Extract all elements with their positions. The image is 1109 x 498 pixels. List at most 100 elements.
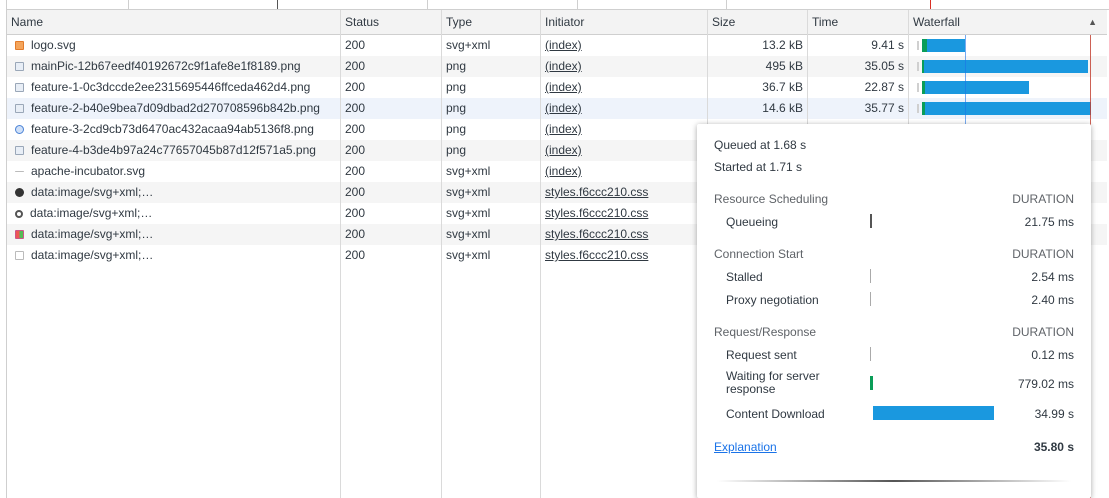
cell-initiator[interactable]: (index) <box>541 161 705 182</box>
cell-type: png <box>446 143 467 157</box>
initiator-link[interactable]: styles.f6ccc210.css <box>545 206 648 220</box>
search-icon <box>15 210 23 218</box>
cell-status: 200 <box>345 248 366 262</box>
queued-at-text: Queued at 1.68 s <box>714 138 807 152</box>
column-header-initiator[interactable]: Initiator <box>541 10 705 34</box>
table-row[interactable]: mainPic-12b67eedf40192672c9f1afe8e1f8189… <box>7 56 1107 77</box>
cell-size: 36.7 kB <box>762 80 803 94</box>
cell-name[interactable]: data:image/svg+xml;… <box>7 224 337 245</box>
waterfall-bar[interactable] <box>917 98 1097 119</box>
timing-label-proxy-negotiation: Proxy negotiation <box>726 293 819 307</box>
svg-file-icon <box>15 171 24 172</box>
initiator-link[interactable]: (index) <box>545 143 582 157</box>
cell-type: svg+xml <box>446 206 491 220</box>
initiator-link[interactable]: styles.f6ccc210.css <box>545 185 648 199</box>
cell-name[interactable]: logo.svg <box>7 35 337 56</box>
cell-name[interactable]: feature-2-b40e9bea7d09dbad2d270708596b84… <box>7 98 337 119</box>
timing-bar-queueing <box>870 214 872 228</box>
timing-value-content-download: 34.99 s <box>1034 407 1074 421</box>
initiator-link[interactable]: (index) <box>545 101 582 115</box>
cell-name[interactable]: data:image/svg+xml;… <box>7 182 337 203</box>
timing-label-request-sent: Request sent <box>726 348 797 362</box>
overview-timeline-strip[interactable] <box>0 0 1109 10</box>
waterfall-download-segment <box>925 102 1091 115</box>
cell-status: 200 <box>345 164 366 178</box>
timing-value-queueing: 21.75 ms <box>1024 215 1074 229</box>
initiator-link[interactable]: (index) <box>545 80 582 94</box>
cell-type: png <box>446 101 467 115</box>
cell-initiator[interactable]: (index) <box>541 140 705 161</box>
table-row[interactable]: feature-1-0c3dccde2ee2315695446ffceda462… <box>7 77 1107 98</box>
initiator-link[interactable]: (index) <box>545 59 582 73</box>
cell-status: 200 <box>345 227 366 241</box>
request-name: mainPic-12b67eedf40192672c9f1afe8e1f8189… <box>31 59 301 73</box>
initiator-link[interactable]: (index) <box>545 38 582 52</box>
cell-initiator[interactable]: styles.f6ccc210.css <box>541 245 705 266</box>
request-name: feature-4-b3de4b97a24c77657045b87d12f571… <box>31 143 316 157</box>
cell-name[interactable]: feature-1-0c3dccde2ee2315695446ffceda462… <box>7 77 337 98</box>
timing-bar-waiting <box>870 376 873 390</box>
timing-value-request-sent: 0.12 ms <box>1031 348 1074 362</box>
column-header-waterfall[interactable]: Waterfall <box>909 10 1093 34</box>
cell-initiator[interactable]: (index) <box>541 77 705 98</box>
cell-name[interactable]: mainPic-12b67eedf40192672c9f1afe8e1f8189… <box>7 56 337 77</box>
waterfall-queue-segment <box>917 41 919 50</box>
initiator-link[interactable]: (index) <box>545 122 582 136</box>
waterfall-bar[interactable] <box>917 35 1097 56</box>
cell-type: svg+xml <box>446 248 491 262</box>
column-header-status[interactable]: Status <box>341 10 441 34</box>
cell-name[interactable]: feature-3-2cd9cb73d6470ac432acaa94ab5136… <box>7 119 337 140</box>
waterfall-queue-segment <box>917 62 919 71</box>
image-file-icon <box>15 83 24 92</box>
cell-initiator[interactable]: (index) <box>541 56 705 77</box>
section-title-request-response: Request/Response <box>714 325 817 339</box>
cell-initiator[interactable]: styles.f6ccc210.css <box>541 224 705 245</box>
waterfall-bar[interactable] <box>917 77 1097 98</box>
cell-name[interactable]: data:image/svg+xml;… <box>7 245 337 266</box>
cell-name[interactable]: data:image/svg+xml;… <box>7 203 337 224</box>
cell-initiator[interactable]: styles.f6ccc210.css <box>541 203 705 224</box>
column-header-name[interactable]: Name <box>7 10 341 34</box>
table-row[interactable]: feature-2-b40e9bea7d09dbad2d270708596b84… <box>7 98 1107 119</box>
cell-status: 200 <box>345 38 366 52</box>
cell-size: 13.2 kB <box>762 38 803 52</box>
timing-value-stalled: 2.54 ms <box>1031 270 1074 284</box>
cell-status: 200 <box>345 206 366 220</box>
overview-load-marker <box>930 0 931 9</box>
column-divider[interactable] <box>441 10 442 498</box>
timing-bar-stalled <box>870 269 871 283</box>
cell-initiator[interactable]: styles.f6ccc210.css <box>541 182 705 203</box>
cell-initiator[interactable]: (index) <box>541 35 705 56</box>
table-header: Name Status Type Initiator Size Time Wat… <box>7 10 1107 35</box>
timing-value-proxy-negotiation: 2.40 ms <box>1031 293 1074 307</box>
image-file-icon <box>15 125 24 134</box>
cell-initiator[interactable]: (index) <box>541 119 705 140</box>
cell-status: 200 <box>345 122 366 136</box>
request-timing-popover: Queued at 1.68 s Started at 1.71 s Resou… <box>697 124 1091 498</box>
cell-name[interactable]: apache-incubator.svg <box>7 161 337 182</box>
initiator-link[interactable]: styles.f6ccc210.css <box>545 227 648 241</box>
column-header-time[interactable]: Time <box>808 10 906 34</box>
request-name: apache-incubator.svg <box>31 164 146 178</box>
column-divider[interactable] <box>540 10 541 498</box>
explanation-link[interactable]: Explanation <box>714 440 777 454</box>
cell-initiator[interactable]: (index) <box>541 98 705 119</box>
image-file-icon <box>15 62 24 71</box>
timing-bar-proxy-negotiation <box>870 292 871 306</box>
cell-name[interactable]: feature-4-b3de4b97a24c77657045b87d12f571… <box>7 140 337 161</box>
grid-icon <box>15 230 24 239</box>
sort-ascending-icon[interactable]: ▲ <box>1088 10 1097 34</box>
cell-time: 22.87 s <box>864 80 904 94</box>
overview-gridline <box>277 0 278 9</box>
column-header-type[interactable]: Type <box>442 10 540 34</box>
column-header-size[interactable]: Size <box>708 10 806 34</box>
initiator-link[interactable]: (index) <box>545 164 582 178</box>
initiator-link[interactable]: styles.f6ccc210.css <box>545 248 648 262</box>
request-name: data:image/svg+xml;… <box>31 185 154 199</box>
table-row[interactable]: logo.svg 200 svg+xml (index) 13.2 kB 9.41 s <box>7 35 1107 56</box>
popover-divider <box>717 480 1071 482</box>
section-title-resource-scheduling: Resource Scheduling <box>714 192 829 206</box>
column-divider[interactable] <box>340 10 341 498</box>
waterfall-bar[interactable] <box>917 56 1097 77</box>
waterfall-download-segment <box>925 81 1029 94</box>
